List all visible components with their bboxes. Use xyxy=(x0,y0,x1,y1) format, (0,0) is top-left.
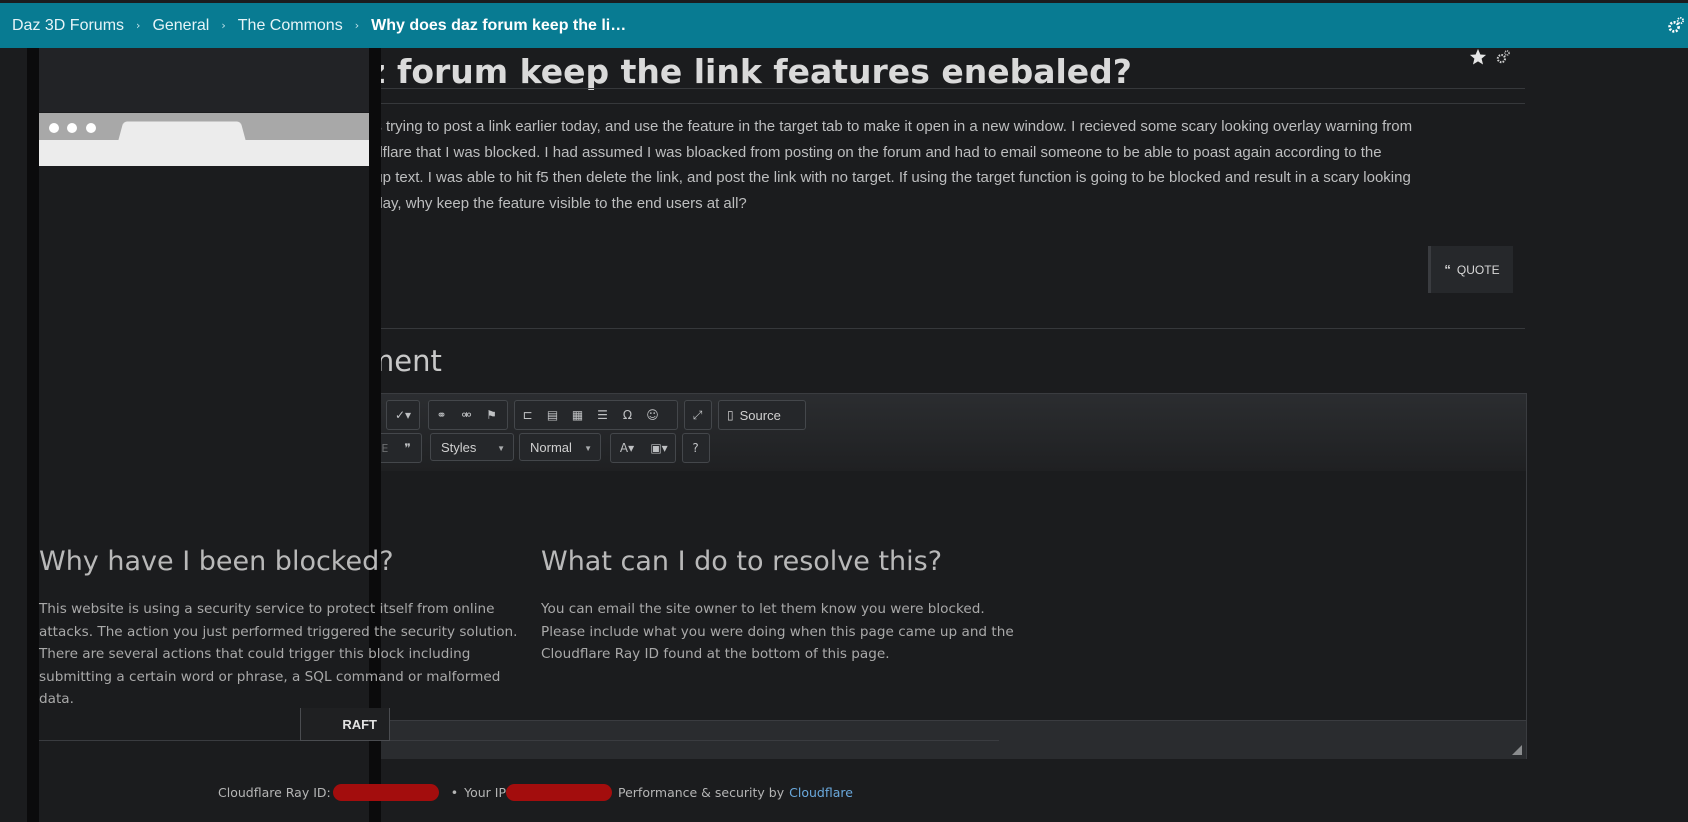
spellcheck-icon[interactable]: ✓▾ xyxy=(387,401,419,429)
blockquote-icon[interactable]: ❞ xyxy=(395,434,420,462)
background-color-icon[interactable]: ▣▾ xyxy=(643,434,675,462)
cloudflare-link[interactable]: Cloudflare xyxy=(789,785,853,800)
table-icon[interactable]: ▦ xyxy=(565,401,590,429)
bookmark-star-icon[interactable] xyxy=(1469,48,1487,66)
quote-button[interactable]: “ QUOTE xyxy=(1428,246,1513,293)
overlay-left-border xyxy=(27,48,39,822)
browser-illustration xyxy=(39,113,370,166)
toolbar-group-insert: ⊏ ▤ ▦ ☰ Ω ☺ xyxy=(514,400,678,430)
settings-gear-icon[interactable] xyxy=(1666,17,1684,35)
toolbar-group-spellcheck: ✓▾ xyxy=(386,400,420,430)
source-button[interactable]: ▯ Source xyxy=(718,400,806,430)
draft-label: RAFT xyxy=(342,716,377,732)
redacted-ip xyxy=(506,783,612,801)
redacted-ray-id xyxy=(332,783,439,801)
cloudflare-panel-header xyxy=(39,48,370,112)
source-doc-icon: ▯ xyxy=(727,408,734,422)
text-color-icon[interactable]: A▾ xyxy=(611,434,643,462)
page-gutter xyxy=(0,0,27,822)
toolbar-group-help: ? xyxy=(682,433,710,463)
breadcrumb-item-general[interactable]: General xyxy=(152,17,209,35)
ip-label: Your IP xyxy=(464,784,506,800)
breadcrumb-item-commons[interactable]: The Commons xyxy=(238,17,343,35)
title-actions xyxy=(1469,48,1511,66)
toolbar-group-colors: A▾ ▣▾ xyxy=(610,433,676,463)
chevron-down-icon: ▼ xyxy=(584,444,592,453)
maximize-icon[interactable]: ⤢ xyxy=(685,401,710,429)
resolve-title: What can I do to resolve this? xyxy=(541,546,943,577)
toolbar-group-links: ⚭ ⚮ ⚑ xyxy=(428,400,508,430)
browser-titlebar xyxy=(39,113,370,141)
image-icon[interactable]: ⊏ xyxy=(515,401,540,429)
breadcrumb-separator: › xyxy=(136,19,141,32)
ray-id-label: Cloudflare Ray ID: xyxy=(218,784,331,800)
help-icon[interactable]: ? xyxy=(683,434,708,462)
smiley-icon[interactable]: ☺ xyxy=(640,401,665,429)
link-icon[interactable]: ⚭ xyxy=(429,401,454,429)
breadcrumb-separator: › xyxy=(221,19,226,32)
resolve-line: Cloudflare Ray ID found at the bottom of… xyxy=(541,646,890,662)
window-dot-icon xyxy=(49,123,59,133)
unlink-icon[interactable]: ⚮ xyxy=(454,401,479,429)
resolve-line: You can email the site owner to let them… xyxy=(541,601,985,617)
resolve-text: You can email the site owner to let them… xyxy=(541,598,1021,666)
cloudflare-footer: Cloudflare Ray ID: • Your IP Performance… xyxy=(218,782,853,802)
resolve-line: Please include what you were doing when … xyxy=(541,623,1014,640)
browser-body xyxy=(39,140,370,166)
horizontal-line-icon[interactable]: ☰ xyxy=(590,401,615,429)
performance-label: Performance & security by xyxy=(618,784,785,800)
options-gear-icon[interactable] xyxy=(1495,49,1511,65)
toolbar-group-maximize: ⤢ xyxy=(684,400,712,430)
footer-bullet: • xyxy=(450,784,459,800)
why-blocked-line: attacks. The action you just performed t… xyxy=(39,623,518,640)
media-icon[interactable]: ▤ xyxy=(540,401,565,429)
breadcrumb-current: Why does daz forum keep the li… xyxy=(371,16,627,34)
why-blocked-line: There are several actions that could tri… xyxy=(39,646,471,662)
why-blocked-line: submitting a certain word or phrase, a S… xyxy=(39,668,501,685)
styles-dropdown[interactable]: Styles ▼ xyxy=(430,433,514,461)
breadcrumb-separator: › xyxy=(354,19,360,32)
why-blocked-line: data. xyxy=(39,691,74,707)
format-dropdown[interactable]: Normal ▼ xyxy=(519,433,601,461)
window-dot-icon xyxy=(67,123,77,133)
browser-tab xyxy=(118,121,246,141)
styles-label: Styles xyxy=(441,439,477,455)
format-label: Normal xyxy=(530,439,572,455)
cloudflare-divider xyxy=(39,740,999,741)
chevron-down-icon: ▼ xyxy=(497,444,505,453)
special-char-omega-icon[interactable]: Ω xyxy=(615,401,640,429)
anchor-flag-icon[interactable]: ⚑ xyxy=(479,401,504,429)
why-blocked-title: Why have I been blocked? xyxy=(39,546,394,577)
window-dot-icon xyxy=(86,123,96,133)
breadcrumb-item-home[interactable]: Daz 3D Forums xyxy=(12,17,124,35)
resize-grip-icon[interactable] xyxy=(1512,745,1522,755)
quote-label: QUOTE xyxy=(1456,262,1500,277)
breadcrumb-bar: Daz 3D Forums › General › The Commons › … xyxy=(0,3,1688,48)
source-label: Source xyxy=(739,407,781,423)
why-blocked-line: This website is using a security service… xyxy=(39,601,495,617)
why-blocked-text: This website is using a security service… xyxy=(39,598,519,711)
save-draft-button[interactable]: RAFT xyxy=(300,708,390,741)
quote-icon: “ xyxy=(1444,262,1451,277)
